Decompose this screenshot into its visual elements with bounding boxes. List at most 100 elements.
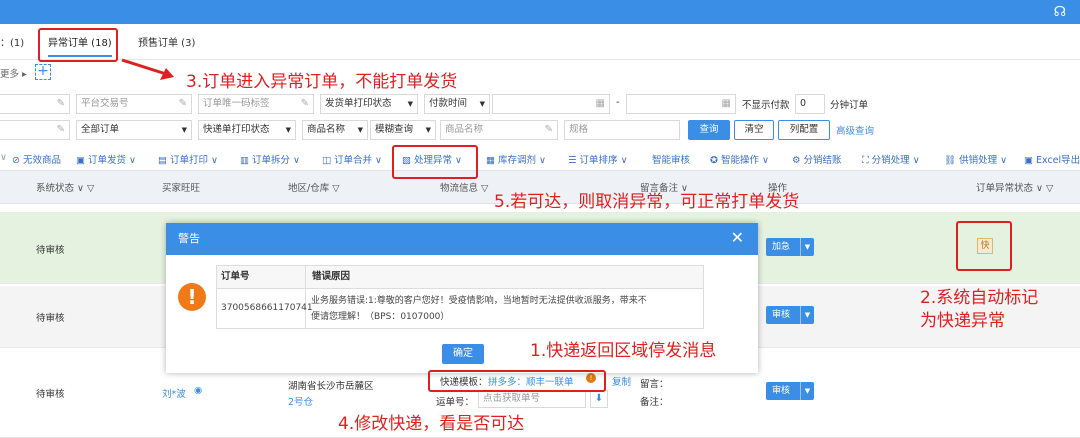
caret-down-icon: ▼ [285, 126, 291, 134]
waybill-input[interactable]: 点击获取单号 [478, 390, 586, 408]
col-logistics[interactable]: 物流信息 ▽ [440, 180, 488, 194]
toolbar-invalid-goods[interactable]: ⊘ 无效商品 [12, 152, 61, 166]
ship-icon: ▣ [76, 155, 88, 166]
caret-down-icon: ▼ [407, 100, 413, 108]
confirm-button[interactable]: 确定 [442, 344, 484, 364]
message-label: 留言： [640, 379, 669, 390]
toolbar-label: 库存调剂 [498, 155, 537, 166]
split-icon: ▥ [240, 155, 252, 166]
col-system-status[interactable]: 系统状态 ∨ ▽ [36, 180, 94, 194]
annotation-box-handle-abnormal [392, 145, 478, 179]
button-label: 审核 [772, 310, 791, 320]
edit-icon: ✎ [178, 98, 187, 109]
add-plus-button[interactable]: + [35, 64, 51, 80]
more-toggle[interactable]: 更多 ▸ [0, 66, 27, 80]
end-date-input[interactable]: ▦ [626, 94, 736, 114]
edit-icon: ✎ [544, 124, 553, 135]
select-value: 全部订单 [81, 124, 120, 135]
button-label: 审核 [772, 386, 791, 396]
urgent-button[interactable]: 加急 ▼ [766, 238, 814, 256]
annotation-box-badge [956, 221, 1012, 271]
note-label: 备注： [640, 397, 669, 408]
toolbar-smart-ops[interactable]: ✪ 智能操作 ∨ [710, 152, 769, 166]
toolbar-label: 订单合并 [334, 155, 373, 166]
close-icon[interactable]: ✕ [731, 223, 744, 253]
copy-link[interactable]: 复制 [612, 374, 631, 388]
col-region[interactable]: 地区/仓库 ▽ [288, 180, 340, 194]
warning-icon: ! [178, 283, 206, 311]
advanced-query-link[interactable]: 高级查询 [836, 123, 874, 137]
caret-down-icon: ▼ [425, 126, 431, 134]
buyer-name[interactable]: 刘*波 [162, 386, 186, 400]
select-value: 快递单打印状态 [203, 124, 270, 135]
toolbar-smart-audit[interactable]: 智能审核 [652, 152, 690, 166]
caret-down-icon: ▼ [479, 100, 485, 108]
toolbar-dist-handle[interactable]: ⛶ 分销处理 ∨ [862, 152, 920, 166]
filter-input-1[interactable]: ✎ [0, 94, 70, 114]
col-label: 系统状态 [36, 183, 75, 194]
edit-icon: ✎ [56, 124, 65, 135]
express-print-select[interactable]: 快递单打印状态 ▼ [198, 120, 296, 140]
start-date-input[interactable]: ▦ [492, 94, 610, 114]
toolbar-supply-handle[interactable]: ⛓ 供销处理 ∨ [944, 152, 1007, 166]
goods-name-select[interactable]: 商品名称 ▼ [302, 120, 368, 140]
placeholder: 平台交易号 [81, 98, 129, 109]
toolbar-stock-adjust[interactable]: ▦ 库存调剂 ∨ [486, 152, 546, 166]
error-reason-line1: 业务服务错误:1:尊敬的客户您好！受疫情影响，当地暂时无法提供收派服务，带来不 [311, 296, 647, 306]
top-bar: ☊ [0, 0, 1080, 24]
toolbar-label: Excel导出 [1036, 155, 1080, 166]
annotation-step-2-line2: 为快递异常 [920, 311, 1005, 331]
goods-name-input[interactable]: 商品名称 ✎ [440, 120, 558, 140]
filter-row-1: ✎ 平台交易号 ✎ 订单唯一码标签 ✎ 发货单打印状态 ▼ 付款时间 ▼ ▦ - ▦ 不… [0, 94, 1080, 116]
chevron-down-icon: ▼ [800, 306, 814, 324]
col-buyer[interactable]: 买家旺旺 [162, 180, 200, 194]
order-tabs: ：(1) 异常订单 (18) 预售订单 (3) [0, 24, 1080, 60]
audit-button[interactable]: 审核 ▼ [766, 306, 814, 324]
fetch-down-icon[interactable]: ⬇ [590, 390, 608, 408]
all-orders-select[interactable]: 全部订单 ▼ [76, 120, 192, 140]
annotation-step-1: 1.快递返回区域停发消息 [530, 341, 717, 361]
audit-button[interactable]: 审核 ▼ [766, 382, 814, 400]
error-reason-line2: 便请您理解！（BPS：0107000） [311, 312, 450, 322]
tab-partial[interactable]: ：(1) [0, 34, 24, 49]
toolbar-split-order[interactable]: ▥ 订单拆分 ∨ [240, 152, 300, 166]
toolbar-dist-settle[interactable]: ⚙ 分销结账 [792, 152, 842, 166]
fuzzy-query-select[interactable]: 模糊查询 ▼ [370, 120, 436, 140]
toolbar-excel-export[interactable]: ▣ Excel导出 [1024, 152, 1080, 166]
toolbar-ship-order[interactable]: ▣ 订单发货 ∨ [76, 152, 136, 166]
toolbar-print-order[interactable]: ▤ 订单打印 ∨ [158, 152, 218, 166]
placeholder: 订单唯一码标签 [203, 98, 270, 109]
unique-code-input[interactable]: 订单唯一码标签 ✎ [198, 94, 314, 114]
dialog-title: 警告 [166, 223, 758, 255]
toolbar-label: 订单排序 [579, 155, 618, 166]
no-show-paid-label: 不显示付款 [742, 100, 790, 111]
chevron-down-icon: ▼ [800, 382, 814, 400]
arrow-icon [121, 58, 174, 80]
caret-down-icon: ▼ [181, 126, 187, 134]
spec-input[interactable]: 规格 [564, 120, 680, 140]
toolbar-merge-order[interactable]: ◫ 订单合并 ∨ [322, 152, 382, 166]
minutes-input[interactable]: 0 [795, 94, 825, 114]
select-value: 付款时间 [429, 98, 468, 109]
merge-icon: ◫ [322, 155, 334, 166]
select-value: 商品名称 [307, 124, 346, 135]
query-button[interactable]: 查询 [688, 120, 730, 140]
headset-icon[interactable]: ☊ [1054, 2, 1066, 22]
filter-icon: ▽ [87, 183, 95, 194]
col-abnormal-status[interactable]: 订单异常状态 ∨ ▽ [976, 180, 1053, 194]
column-config-button[interactable]: 列配置 [778, 120, 830, 140]
pay-time-select[interactable]: 付款时间 ▼ [424, 94, 490, 114]
col-label: 订单异常状态 [976, 183, 1034, 194]
platform-trade-no-input[interactable]: 平台交易号 ✎ [76, 94, 192, 114]
toolbar-label: 订单发货 [88, 155, 127, 166]
placeholder: 商品名称 [445, 124, 484, 135]
annotation-step-2-line1: 2.系统自动标记 [920, 288, 1039, 308]
eye-icon[interactable]: ◉ [194, 385, 202, 396]
filter-input-2[interactable]: ✎ [0, 120, 70, 140]
print-status-select[interactable]: 发货单打印状态 ▼ [320, 94, 418, 114]
annotation-step-5: 5.若可达，则取消异常，可正常打单发货 [494, 192, 800, 212]
placeholder: 规格 [569, 124, 589, 135]
clear-button[interactable]: 清空 [734, 120, 774, 140]
tab-presale-orders[interactable]: 预售订单 (3) [138, 34, 195, 49]
toolbar-order-sort[interactable]: ☰ 订单排序 ∨ [568, 152, 628, 166]
